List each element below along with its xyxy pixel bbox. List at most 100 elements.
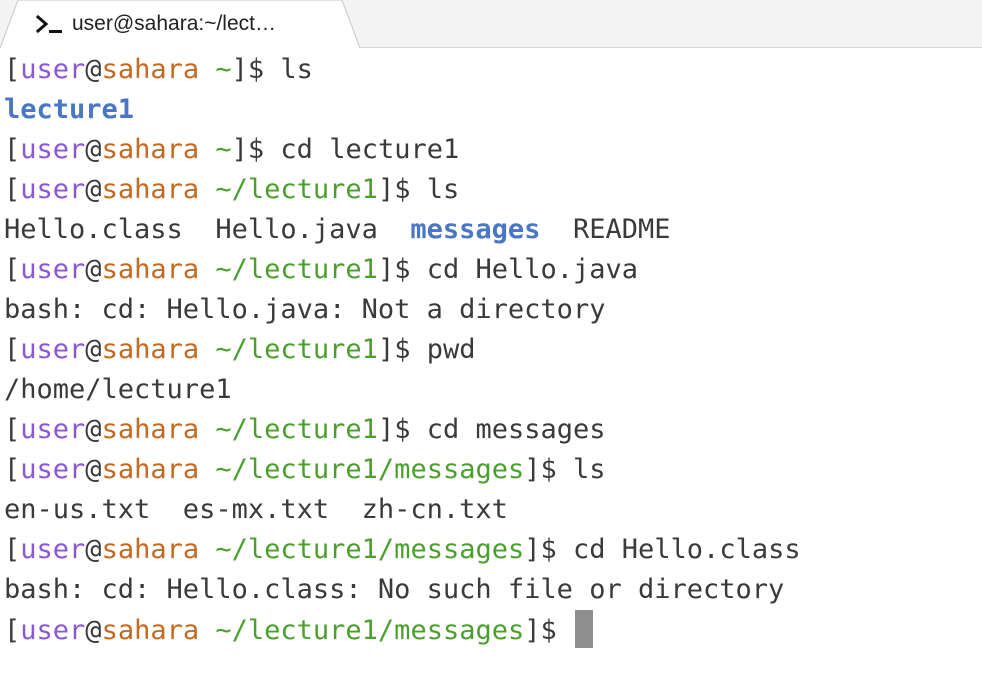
prompt-path: ~/lecture1 — [215, 414, 378, 445]
prompt-at: @ — [85, 414, 102, 445]
output-text: README — [540, 214, 671, 245]
prompt-line: [user@sahara ~/lecture1]$ pwd — [4, 330, 982, 370]
prompt-line: [user@sahara ~/lecture1]$ cd Hello.java — [4, 250, 982, 290]
prompt-bracket: [ — [4, 254, 21, 285]
prompt-user: user — [20, 615, 86, 646]
prompt-at: @ — [85, 334, 102, 365]
prompt-host: sahara — [101, 334, 200, 365]
prompt-bracket: [ — [4, 334, 21, 365]
prompt-at: @ — [85, 134, 102, 165]
prompt-line: [user@sahara ~/lecture1/messages]$ cd He… — [4, 530, 982, 570]
prompt-symbol: ]$ — [524, 615, 574, 646]
prompt-line: [user@sahara ~/lecture1/messages]$ — [4, 610, 982, 650]
prompt-line: [user@sahara ~/lecture1]$ ls — [4, 170, 982, 210]
prompt-user: user — [20, 534, 86, 565]
prompt-bracket: [ — [4, 534, 21, 565]
output-text: /home/lecture1 — [4, 374, 232, 405]
prompt-at: @ — [85, 615, 102, 646]
output-line: /home/lecture1 — [4, 370, 982, 410]
prompt-line: [user@sahara ~]$ ls — [4, 50, 982, 90]
prompt-at: @ — [85, 254, 102, 285]
prompt-host: sahara — [101, 615, 200, 646]
prompt-symbol: ]$ — [524, 454, 574, 485]
output-text: bash: cd: Hello.java: Not a directory — [4, 294, 606, 325]
prompt-line: [user@sahara ~/lecture1]$ cd messages — [4, 410, 982, 450]
prompt-host: sahara — [101, 534, 200, 565]
prompt-host: sahara — [101, 174, 200, 205]
prompt-path: ~/lecture1/messages — [215, 615, 525, 646]
prompt-bracket: [ — [4, 174, 21, 205]
prompt-user: user — [20, 134, 86, 165]
prompt-symbol: ]$ — [377, 334, 427, 365]
prompt-bracket: [ — [4, 134, 21, 165]
prompt-symbol: ]$ — [377, 254, 427, 285]
prompt-bracket: [ — [4, 414, 21, 445]
prompt-path: ~/lecture1 — [215, 254, 378, 285]
command-text: cd Hello.java — [426, 254, 639, 285]
prompt-path: ~/lecture1/messages — [215, 534, 525, 565]
output-text: en-us.txt es-mx.txt zh-cn.txt — [4, 494, 508, 525]
prompt-host: sahara — [101, 134, 200, 165]
prompt-line: [user@sahara ~/lecture1/messages]$ ls — [4, 450, 982, 490]
directory-name: messages — [410, 214, 541, 245]
prompt-user: user — [20, 414, 86, 445]
prompt-at: @ — [85, 454, 102, 485]
prompt-user: user — [20, 174, 86, 205]
output-text: Hello.class Hello.java — [4, 214, 411, 245]
command-text: pwd — [426, 334, 476, 365]
prompt-at: @ — [85, 54, 102, 85]
prompt-user: user — [20, 254, 86, 285]
prompt-user: user — [20, 54, 86, 85]
tab-title: user@sahara:~/lect… — [72, 12, 276, 35]
prompt-path: ~ — [215, 134, 232, 165]
prompt-host: sahara — [101, 414, 200, 445]
prompt-path: ~ — [215, 54, 232, 85]
output-text: bash: cd: Hello.class: No such file or d… — [4, 574, 785, 605]
prompt-symbol: ]$ — [524, 534, 574, 565]
prompt-bracket: [ — [4, 54, 21, 85]
prompt-path: ~/lecture1 — [215, 334, 378, 365]
prompt-symbol: ]$ — [231, 134, 281, 165]
terminal-output[interactable]: [user@sahara ~]$ ls lecture1 [user@sahara … — [4, 50, 982, 694]
output-line: Hello.class Hello.java messages README — [4, 210, 982, 250]
terminal-prompt-icon — [36, 14, 64, 34]
output-line: en-us.txt es-mx.txt zh-cn.txt — [4, 490, 982, 530]
prompt-path: ~/lecture1 — [215, 174, 378, 205]
command-text: cd lecture1 — [280, 134, 460, 165]
prompt-user: user — [20, 334, 86, 365]
command-text: ls — [280, 54, 313, 85]
prompt-path: ~/lecture1/messages — [215, 454, 525, 485]
directory-name: lecture1 — [4, 94, 135, 125]
command-text: ls — [426, 174, 460, 205]
prompt-host: sahara — [101, 254, 200, 285]
prompt-symbol: ]$ — [377, 174, 427, 205]
terminal-tab[interactable]: user@sahara:~/lect… — [0, 0, 360, 48]
prompt-at: @ — [85, 174, 102, 205]
tab-bar: user@sahara:~/lect… — [0, 0, 982, 48]
command-text: ls — [573, 454, 606, 485]
prompt-at: @ — [85, 534, 102, 565]
command-text: cd Hello.class — [573, 534, 801, 565]
prompt-symbol: ]$ — [231, 54, 281, 85]
prompt-host: sahara — [101, 454, 200, 485]
prompt-line: [user@sahara ~]$ cd lecture1 — [4, 130, 982, 170]
prompt-bracket: [ — [4, 454, 21, 485]
command-text: cd messages — [426, 414, 606, 445]
prompt-bracket: [ — [4, 615, 21, 646]
output-line: bash: cd: Hello.java: Not a directory — [4, 290, 982, 330]
prompt-symbol: ]$ — [377, 414, 427, 445]
output-line: lecture1 — [4, 90, 982, 130]
output-line: bash: cd: Hello.class: No such file or d… — [4, 570, 982, 610]
text-cursor — [575, 610, 594, 648]
prompt-user: user — [20, 454, 86, 485]
prompt-host: sahara — [101, 54, 200, 85]
